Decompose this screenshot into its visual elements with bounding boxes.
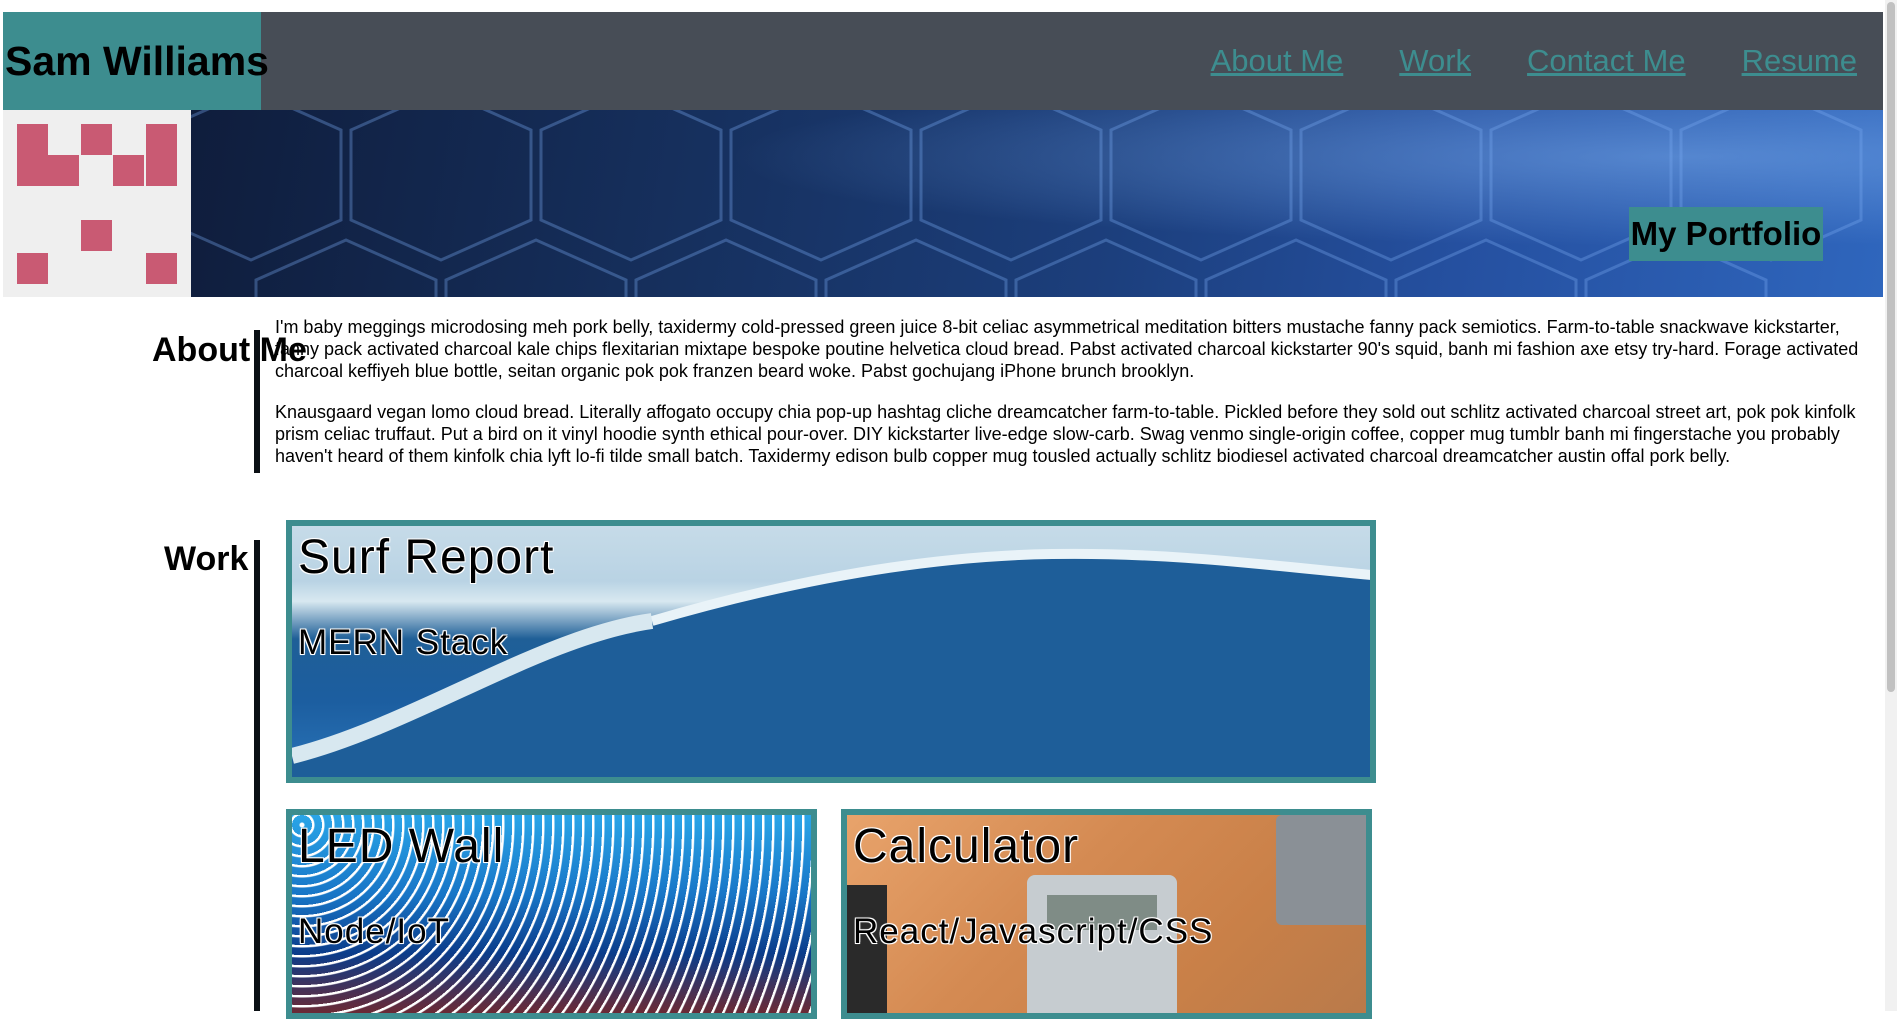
about-paragraph-1: I'm baby meggings microdosing meh pork b… (275, 317, 1859, 381)
avatar-identicon (3, 110, 191, 297)
page-scrollbar[interactable] (1885, 0, 1897, 1011)
nav-link-contact-me[interactable]: Contact Me (1527, 43, 1686, 79)
project-card-calculator[interactable]: Calculator React/Javascript/CSS (841, 809, 1372, 1019)
site-header: Sam Williams About Me Work Contact Me Re… (3, 12, 1883, 110)
hero-banner: My Portfolio (3, 110, 1883, 297)
about-paragraph-2: Knausgaard vegan lomo cloud bread. Liter… (275, 402, 1856, 466)
nav-link-work[interactable]: Work (1399, 43, 1471, 79)
scrollbar-thumb[interactable] (1887, 2, 1895, 692)
project-title: Surf Report (298, 531, 555, 584)
portfolio-tag-label: My Portfolio (1630, 215, 1822, 252)
laptop-image (1276, 815, 1366, 925)
hexagon-pattern (191, 110, 1863, 297)
project-stack: MERN Stack (298, 623, 509, 662)
project-card-led-wall[interactable]: LED Wall Node/IoT (286, 809, 817, 1019)
phone-image (847, 885, 887, 1013)
hero-hexagon-background (191, 110, 1883, 297)
nav-link-resume[interactable]: Resume (1742, 43, 1857, 79)
work-divider (254, 540, 260, 1011)
about-divider (254, 330, 260, 473)
work-heading: Work (164, 540, 249, 578)
project-stack: React/Javascript/CSS (853, 912, 1214, 951)
site-title: Sam Williams (5, 37, 269, 84)
project-stack: Node/IoT (298, 912, 450, 951)
project-title: LED Wall (298, 820, 505, 873)
about-body: I'm baby meggings microdosing meh pork b… (275, 316, 1880, 486)
brand-block: Sam Williams (3, 12, 269, 110)
main-nav: About Me Work Contact Me Resume (1211, 12, 1857, 110)
project-card-surf-report[interactable]: Surf Report MERN Stack (286, 520, 1376, 783)
portfolio-tag: My Portfolio (1629, 207, 1823, 261)
nav-link-about-me[interactable]: About Me (1211, 43, 1344, 79)
project-title: Calculator (853, 820, 1080, 873)
